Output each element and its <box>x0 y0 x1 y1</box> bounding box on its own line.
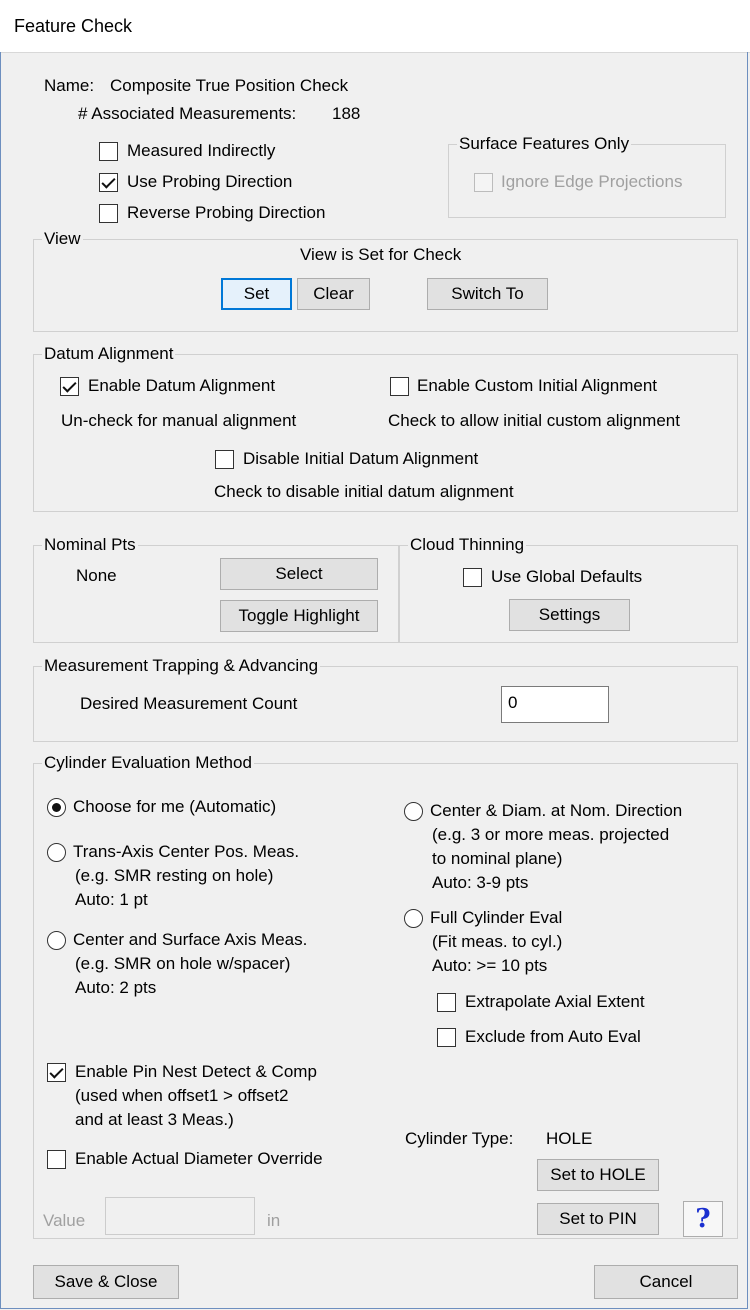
enable-pin-nest-note-2: and at least 3 Meas.) <box>75 1110 234 1129</box>
reverse-probing-direction-label[interactable]: Reverse Probing Direction <box>127 203 325 223</box>
method-full-cylinder-label[interactable]: Full Cylinder Eval <box>430 908 562 928</box>
toggle-highlight-button[interactable]: Toggle Highlight <box>220 600 378 632</box>
set-to-pin-button[interactable]: Set to PIN <box>537 1203 659 1235</box>
method-trans-axis-auto: Auto: 1 pt <box>75 890 148 909</box>
method-center-diam-auto: Auto: 3-9 pts <box>432 873 529 892</box>
help-icon: ? <box>695 1204 711 1234</box>
desired-measurement-count-input[interactable]: 0 <box>501 686 609 723</box>
disable-initial-datum-alignment-label[interactable]: Disable Initial Datum Alignment <box>243 449 478 469</box>
associated-measurements-label: # Associated Measurements: <box>78 104 297 123</box>
method-trans-axis-radio[interactable] <box>47 843 66 862</box>
nominal-pts-title: Nominal Pts <box>44 535 136 554</box>
diameter-unit-label: in <box>267 1211 281 1230</box>
desired-measurement-count-label: Desired Measurement Count <box>80 694 298 713</box>
method-full-cylinder-example: (Fit meas. to cyl.) <box>432 932 563 951</box>
method-center-diam-radio[interactable] <box>404 802 423 821</box>
nominal-pts-value: None <box>76 566 117 585</box>
use-global-defaults-label[interactable]: Use Global Defaults <box>491 567 642 587</box>
extrapolate-axial-extent-checkbox[interactable] <box>437 993 456 1012</box>
associated-measurements-count: 188 <box>332 104 361 123</box>
extrapolate-axial-extent-label[interactable]: Extrapolate Axial Extent <box>465 992 645 1012</box>
method-center-surface-radio[interactable] <box>47 931 66 950</box>
measured-indirectly-checkbox[interactable] <box>99 142 118 161</box>
enable-datum-alignment-hint: Un-check for manual alignment <box>61 411 297 430</box>
help-button[interactable]: ? <box>683 1201 723 1237</box>
enable-custom-initial-alignment-checkbox[interactable] <box>390 377 409 396</box>
method-trans-axis-example: (e.g. SMR resting on hole) <box>75 866 274 885</box>
method-automatic-label[interactable]: Choose for me (Automatic) <box>73 797 276 817</box>
measured-indirectly-label[interactable]: Measured Indirectly <box>127 141 275 161</box>
method-center-diam-example: (e.g. 3 or more meas. projected <box>432 825 670 844</box>
enable-pin-nest-label[interactable]: Enable Pin Nest Detect & Comp <box>75 1062 317 1082</box>
method-center-diam-label[interactable]: Center & Diam. at Nom. Direction <box>430 801 682 821</box>
method-center-surface-auto: Auto: 2 pts <box>75 978 157 997</box>
reverse-probing-direction-checkbox[interactable] <box>99 204 118 223</box>
method-full-cylinder-auto: Auto: >= 10 pts <box>432 956 548 975</box>
diameter-value-input[interactable] <box>105 1197 255 1235</box>
exclude-from-auto-eval-checkbox[interactable] <box>437 1028 456 1047</box>
window-title: Feature Check <box>14 16 133 36</box>
disable-initial-datum-alignment-hint: Check to disable initial datum alignment <box>214 482 514 501</box>
view-set-button[interactable]: Set <box>221 278 292 310</box>
cloud-thinning-title: Cloud Thinning <box>410 535 525 554</box>
exclude-from-auto-eval-label[interactable]: Exclude from Auto Eval <box>465 1027 641 1047</box>
actual-diameter-override-label[interactable]: Enable Actual Diameter Override <box>75 1149 323 1169</box>
name-value: Composite True Position Check <box>110 76 349 95</box>
enable-pin-nest-checkbox[interactable] <box>47 1063 66 1082</box>
title-bar: Feature Check <box>0 0 750 53</box>
cylinder-type-value: HOLE <box>546 1129 593 1148</box>
enable-pin-nest-note: (used when offset1 > offset2 <box>75 1086 289 1105</box>
save-and-close-button[interactable]: Save & Close <box>33 1265 179 1299</box>
cancel-button[interactable]: Cancel <box>594 1265 738 1299</box>
ignore-edge-projections-checkbox[interactable] <box>474 173 493 192</box>
method-automatic-radio[interactable] <box>47 798 66 817</box>
disable-initial-datum-alignment-checkbox[interactable] <box>215 450 234 469</box>
method-trans-axis-label[interactable]: Trans-Axis Center Pos. Meas. <box>73 842 299 862</box>
enable-custom-initial-alignment-label[interactable]: Enable Custom Initial Alignment <box>417 376 657 396</box>
use-global-defaults-checkbox[interactable] <box>463 568 482 587</box>
use-probing-direction-checkbox[interactable] <box>99 173 118 192</box>
nominal-select-button[interactable]: Select <box>220 558 378 590</box>
enable-datum-alignment-checkbox[interactable] <box>60 377 79 396</box>
view-status: View is Set for Check <box>300 245 462 264</box>
cylinder-type-label: Cylinder Type: <box>405 1129 514 1148</box>
use-probing-direction-label[interactable]: Use Probing Direction <box>127 172 292 192</box>
enable-datum-alignment-label[interactable]: Enable Datum Alignment <box>88 376 275 396</box>
view-title: View <box>44 229 81 248</box>
method-center-surface-label[interactable]: Center and Surface Axis Meas. <box>73 930 307 950</box>
name-label: Name: <box>44 76 95 95</box>
view-switch-to-button[interactable]: Switch To <box>427 278 548 310</box>
ignore-edge-projections-label[interactable]: Ignore Edge Projections <box>501 172 682 192</box>
set-to-hole-button[interactable]: Set to HOLE <box>537 1159 659 1191</box>
surface-features-title: Surface Features Only <box>459 134 630 153</box>
method-full-cylinder-radio[interactable] <box>404 909 423 928</box>
measurement-trapping-title: Measurement Trapping & Advancing <box>44 656 319 675</box>
view-clear-button[interactable]: Clear <box>297 278 370 310</box>
diameter-value-label: Value <box>43 1211 86 1230</box>
enable-custom-initial-alignment-hint: Check to allow initial custom alignment <box>388 411 680 430</box>
cylinder-evaluation-title: Cylinder Evaluation Method <box>44 753 252 772</box>
actual-diameter-override-checkbox[interactable] <box>47 1150 66 1169</box>
method-center-diam-example-2: to nominal plane) <box>432 849 563 868</box>
datum-alignment-title: Datum Alignment <box>44 344 174 363</box>
cloud-settings-button[interactable]: Settings <box>509 599 630 631</box>
method-center-surface-example: (e.g. SMR on hole w/spacer) <box>75 954 291 973</box>
